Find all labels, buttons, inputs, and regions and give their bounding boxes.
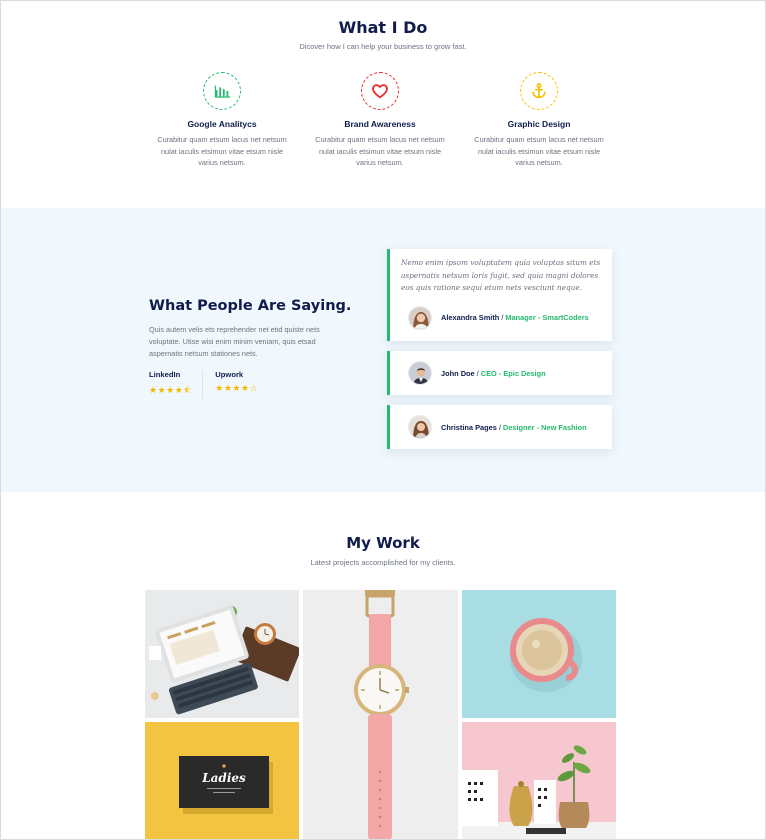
service-description: Curabitur quam etsum lacus net netsum nu… <box>474 135 604 167</box>
rating-platform: Upwork <box>215 370 244 379</box>
author-role: Manager - SmartCoders <box>505 313 589 322</box>
portfolio-item-coffee[interactable] <box>462 590 616 718</box>
testimonials-section: What People Are Saying. Quis autem velis… <box>0 208 766 492</box>
testimonial-card-christina[interactable]: Christina Pages / Designer - New Fashion <box>387 405 612 449</box>
tablet-mockup-image <box>145 590 299 718</box>
testimonial-card-john[interactable]: John Doe / CEO - Epic Design <box>387 351 612 395</box>
service-graphic-design: Graphic Design Curabitur quam etsum lacu… <box>469 72 609 169</box>
rating-upwork: Upwork ★★★★☆ <box>202 370 268 399</box>
service-title: Graphic Design <box>507 119 571 129</box>
my-work-subtitle: Latest projects accomplished for my clie… <box>310 558 456 567</box>
rating-platform: LinkedIn <box>149 370 181 379</box>
service-description: Curabitur quam etsum lacus net netsum nu… <box>315 135 445 167</box>
testimonials-intro: What People Are Saying. Quis autem velis… <box>149 298 352 399</box>
avatar <box>408 361 432 385</box>
service-title: Google Analitycs <box>187 119 257 129</box>
author-role: CEO - Epic Design <box>480 368 546 378</box>
author-name: John Doe <box>441 368 475 378</box>
stationery-plant-image <box>462 722 616 840</box>
portfolio-item-watch[interactable] <box>303 590 458 840</box>
my-work-section: My Work Latest projects accomplished for… <box>0 492 766 840</box>
what-i-do-title: What I Do <box>338 18 428 37</box>
business-card-label: Ladies <box>201 771 246 785</box>
author-separator: / <box>476 368 479 378</box>
business-card-image: Ladies <box>145 722 299 840</box>
watch-image <box>303 590 458 840</box>
star-rating-icons: ★★★★☆ <box>215 383 259 393</box>
testimonials-description: Quis autem velis ets reprehender net eti… <box>149 325 320 358</box>
star-rating-icons: ★★★★⯪ <box>149 385 193 395</box>
anchor-icon <box>520 72 558 110</box>
heart-icon <box>361 72 399 110</box>
what-i-do-section: What I Do Dicover how I can help your bu… <box>0 0 766 208</box>
testimonial-quote: Nemo enim ipsom voluptatem quia voluptas… <box>401 258 601 292</box>
service-brand-awareness: Brand Awareness Curabitur quam etsum lac… <box>310 72 450 169</box>
author-separator: / <box>501 313 504 322</box>
avatar <box>408 415 432 439</box>
ratings: LinkedIn ★★★★⯪ Upwork ★★★★☆ <box>149 370 339 399</box>
author-name: Christina Pages <box>441 422 497 432</box>
portfolio-item-stationery[interactable] <box>462 722 616 840</box>
testimonial-author: Alexandra Smith / Manager - SmartCoders <box>390 295 612 341</box>
bar-chart-icon <box>203 72 241 110</box>
portfolio-item-business-card[interactable]: Ladies <box>145 722 299 840</box>
author-name: Alexandra Smith <box>441 313 500 322</box>
portfolio-item-tablet-mockup[interactable] <box>145 590 299 718</box>
testimonials-title: What People Are Saying. <box>149 298 352 314</box>
service-description: Curabitur quam etsum lacus net netsum nu… <box>157 135 287 167</box>
testimonial-author: Christina Pages / Designer - New Fashion <box>390 405 612 449</box>
what-i-do-subtitle: Dicover how I can help your business to … <box>299 42 467 51</box>
service-google-analytics: Google Analitycs Curabitur quam etsum la… <box>152 72 292 169</box>
rating-linkedin: LinkedIn ★★★★⯪ <box>149 370 202 399</box>
my-work-title: My Work <box>346 534 420 552</box>
testimonial-author: John Doe / CEO - Epic Design <box>390 351 612 395</box>
author-role: Designer - New Fashion <box>502 422 587 432</box>
author-separator: / <box>498 422 501 432</box>
service-title: Brand Awareness <box>344 119 416 129</box>
avatar <box>408 305 432 330</box>
testimonial-card-alexandra[interactable]: Nemo enim ipsom voluptatem quia voluptas… <box>387 249 612 341</box>
coffee-cup-image <box>462 590 616 718</box>
